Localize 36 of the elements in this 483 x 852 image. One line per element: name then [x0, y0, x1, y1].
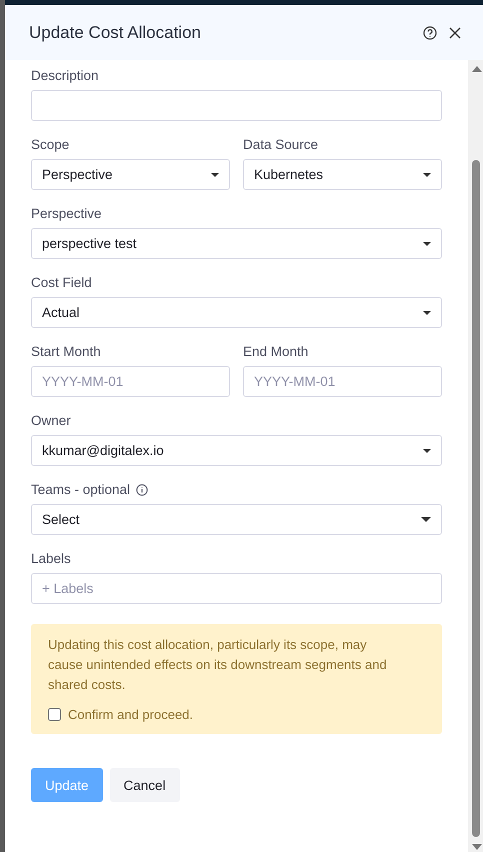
field-label: Cost Field [31, 275, 92, 290]
help-icon[interactable] [423, 26, 437, 40]
text-field[interactable] [31, 90, 442, 121]
caret-icon [423, 242, 431, 246]
caret-icon [423, 448, 431, 452]
close-icon[interactable] [449, 26, 461, 38]
dialog-title: Update Cost Allocation [29, 22, 202, 42]
text-field[interactable]: YYYY-MM-01 [243, 366, 442, 397]
text-field[interactable]: + Labels [31, 573, 442, 604]
confirm-checkbox[interactable] [48, 708, 61, 721]
cancel-button[interactable]: Cancel [110, 768, 180, 802]
field-label: Data Source [243, 137, 318, 152]
caret-icon [423, 172, 431, 176]
field-label: Perspective [31, 206, 102, 221]
select-dropdown[interactable]: kkumar@digitalex.io [31, 435, 442, 466]
caret-icon [211, 172, 219, 176]
scroll-up-icon[interactable] [472, 66, 482, 72]
field-label: Teams - optional [31, 482, 130, 497]
field-label: Scope [31, 137, 70, 152]
caret-icon [421, 517, 431, 522]
scrollbar[interactable] [468, 60, 483, 852]
caret-icon [423, 310, 431, 314]
scroll-down-icon[interactable] [472, 844, 482, 850]
checkbox-label: Confirm and proceed. [68, 707, 194, 722]
field-label: End Month [243, 344, 308, 359]
select-dropdown[interactable]: Select [31, 504, 442, 535]
select-dropdown[interactable]: Kubernetes [243, 159, 442, 190]
text-field[interactable]: YYYY-MM-01 [31, 366, 230, 397]
select-dropdown[interactable]: perspective test [31, 228, 442, 259]
warning-text: Updating this cost allocation, particularly its scope, may cause unintended effects on its downstream segments and shared costs. [48, 636, 388, 694]
select-dropdown[interactable]: Perspective [31, 159, 230, 190]
field-label: Owner [31, 413, 71, 428]
field-label: Description [31, 68, 99, 83]
select-dropdown[interactable]: Actual [31, 297, 442, 328]
field-label: Labels [31, 551, 71, 566]
field-label: Start Month [31, 344, 101, 359]
